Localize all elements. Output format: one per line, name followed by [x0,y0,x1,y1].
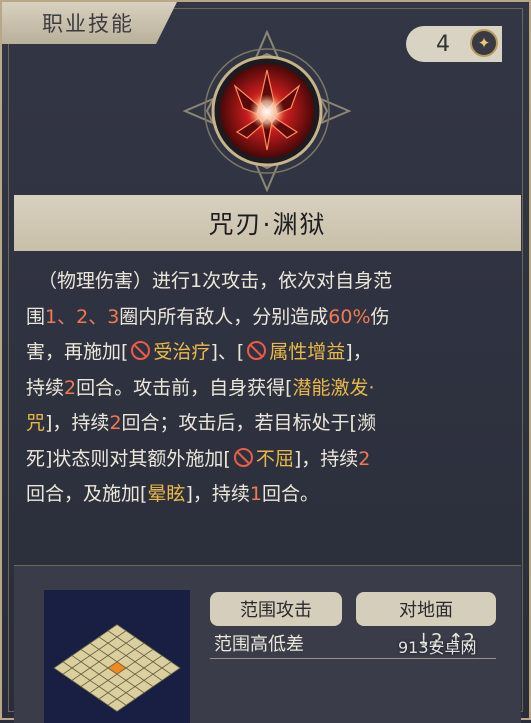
desc-line: 持续2回合。攻击前，自身获得[潜能激发· [26,376,375,399]
desc-line: （物理伤害）进行1次攻击，依次对自身范 [38,270,393,292]
status-heal-received[interactable]: 受治疗 [153,341,210,363]
chip-label: 对地面 [399,600,453,621]
height-diff-label: 范围高低差 [214,634,304,655]
skill-name: 咒刃·渊狱 [208,210,327,239]
divider [210,658,496,659]
desc-line: 害，再施加[受治疗]、[属性增益]， [26,341,372,363]
skill-description: （物理伤害）进行1次攻击，依次对自身范 围1、2、3圈内所有敌人，分别造成60%… [26,264,514,513]
desc-line: 围1、2、3圈内所有敌人，分别造成60%伤 [26,305,390,328]
range-attack-chip: 范围攻击 [210,592,342,626]
desc-line: 回合，及施加[晕眩]，持续1回合。 [26,483,319,505]
shattered-crystal-icon [182,30,352,192]
status-potential-burst[interactable]: 潜能激发· [293,377,375,399]
desc-line: 咒]，持续2回合；攻击后，若目标处于[濒 [26,412,376,434]
skill-cost-value: 4 [436,31,450,57]
skill-name-band: 咒刃·渊狱 [14,195,521,251]
status-unyielding[interactable]: 不屈 [256,448,294,470]
prohibit-icon [233,447,253,467]
status-attribute-buff[interactable]: 属性增益 [269,341,345,363]
tab-job-skill[interactable]: 职业技能 [2,2,177,44]
target-ground-chip: 对地面 [356,592,496,626]
tab-label: 职业技能 [42,12,134,36]
status-stun[interactable]: 晕眩 [147,483,185,505]
skill-panel: 职业技能 4 ✦ 咒刃·渊狱 （物理伤害）进行1次攻击，依次对自身范 围1、2、… [0,0,531,723]
chip-label: 范围攻击 [240,600,312,621]
prohibit-icon [247,341,267,360]
skill-cost-badge: 4 ✦ [406,26,502,62]
prohibit-icon [131,341,151,360]
attack-range-grid-icon [44,590,190,723]
desc-line: 死]状态则对其额外施加[不屈]，持续2 [26,447,371,470]
watermark: 913安卓网 [398,638,477,657]
star-icon: ✦ [470,29,498,57]
